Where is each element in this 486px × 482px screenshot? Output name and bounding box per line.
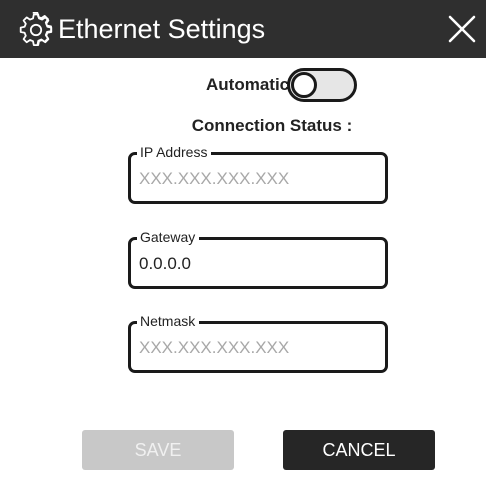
save-button[interactable]: SAVE <box>82 430 234 470</box>
netmask-input[interactable] <box>139 335 379 361</box>
ip-address-label: IP Address <box>137 143 212 161</box>
title-bar: Ethernet Settings <box>0 0 486 58</box>
ip-address-input[interactable] <box>139 166 379 192</box>
automatic-label: Automatic <box>206 75 290 94</box>
netmask-field: Netmask <box>128 312 388 373</box>
automatic-toggle[interactable] <box>287 68 357 102</box>
close-icon[interactable] <box>446 13 478 45</box>
ethernet-settings-dialog: Ethernet Settings Automatic Connection S… <box>0 0 486 482</box>
gateway-field: Gateway <box>128 228 388 289</box>
connection-status-label: Connection Status : <box>0 116 486 136</box>
automatic-row: Automatic <box>0 66 486 104</box>
netmask-label: Netmask <box>137 312 200 330</box>
gear-icon <box>18 11 54 48</box>
ip-address-field: IP Address <box>128 143 388 204</box>
dialog-title: Ethernet Settings <box>58 14 266 44</box>
gateway-label: Gateway <box>137 228 200 246</box>
toggle-knob <box>291 72 317 98</box>
connection-status-text: Connection Status : <box>191 116 353 135</box>
cancel-button[interactable]: CANCEL <box>283 430 435 470</box>
gateway-input[interactable] <box>139 251 379 277</box>
close-button[interactable] <box>446 13 478 45</box>
